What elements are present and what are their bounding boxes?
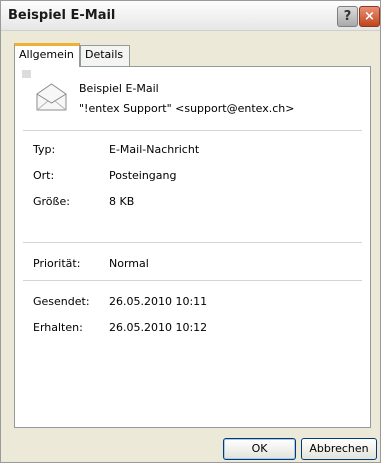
small-square-icon	[22, 70, 31, 78]
tab-allgemein[interactable]: Allgemein	[14, 43, 80, 67]
window-title: Beispiel E-Mail	[8, 8, 116, 23]
ok-button[interactable]: OK	[223, 438, 296, 460]
cancel-button[interactable]: Abbrechen	[301, 438, 377, 460]
divider	[23, 130, 362, 131]
properties-dialog: Beispiel E-Mail ? × Allgemein Details Be…	[0, 0, 381, 463]
sent-value: 26.05.2010 10:11	[109, 295, 208, 308]
message-sender: "!entex Support" <support@entex.ch>	[79, 102, 295, 115]
close-button[interactable]: ×	[359, 6, 380, 27]
received-value: 26.05.2010 10:12	[109, 321, 208, 334]
help-button[interactable]: ?	[337, 6, 358, 27]
tab-details[interactable]: Details	[80, 45, 130, 66]
location-value: Posteingang	[109, 169, 177, 182]
title-bar[interactable]: Beispiel E-Mail ? ×	[1, 1, 380, 31]
size-label: Größe:	[33, 195, 70, 208]
general-tab-panel: Beispiel E-Mail "!entex Support" <suppor…	[14, 66, 371, 428]
location-label: Ort:	[33, 169, 55, 182]
divider	[23, 242, 362, 243]
received-label: Erhalten:	[33, 321, 83, 334]
priority-value: Normal	[109, 257, 149, 270]
divider	[23, 280, 362, 281]
envelope-icon	[36, 83, 67, 111]
priority-label: Priorität:	[33, 257, 81, 270]
size-value: 8 KB	[109, 195, 135, 208]
message-subject: Beispiel E-Mail	[79, 82, 159, 95]
type-label: Typ:	[33, 143, 56, 156]
sent-label: Gesendet:	[33, 295, 90, 308]
type-value: E-Mail-Nachricht	[109, 143, 200, 156]
